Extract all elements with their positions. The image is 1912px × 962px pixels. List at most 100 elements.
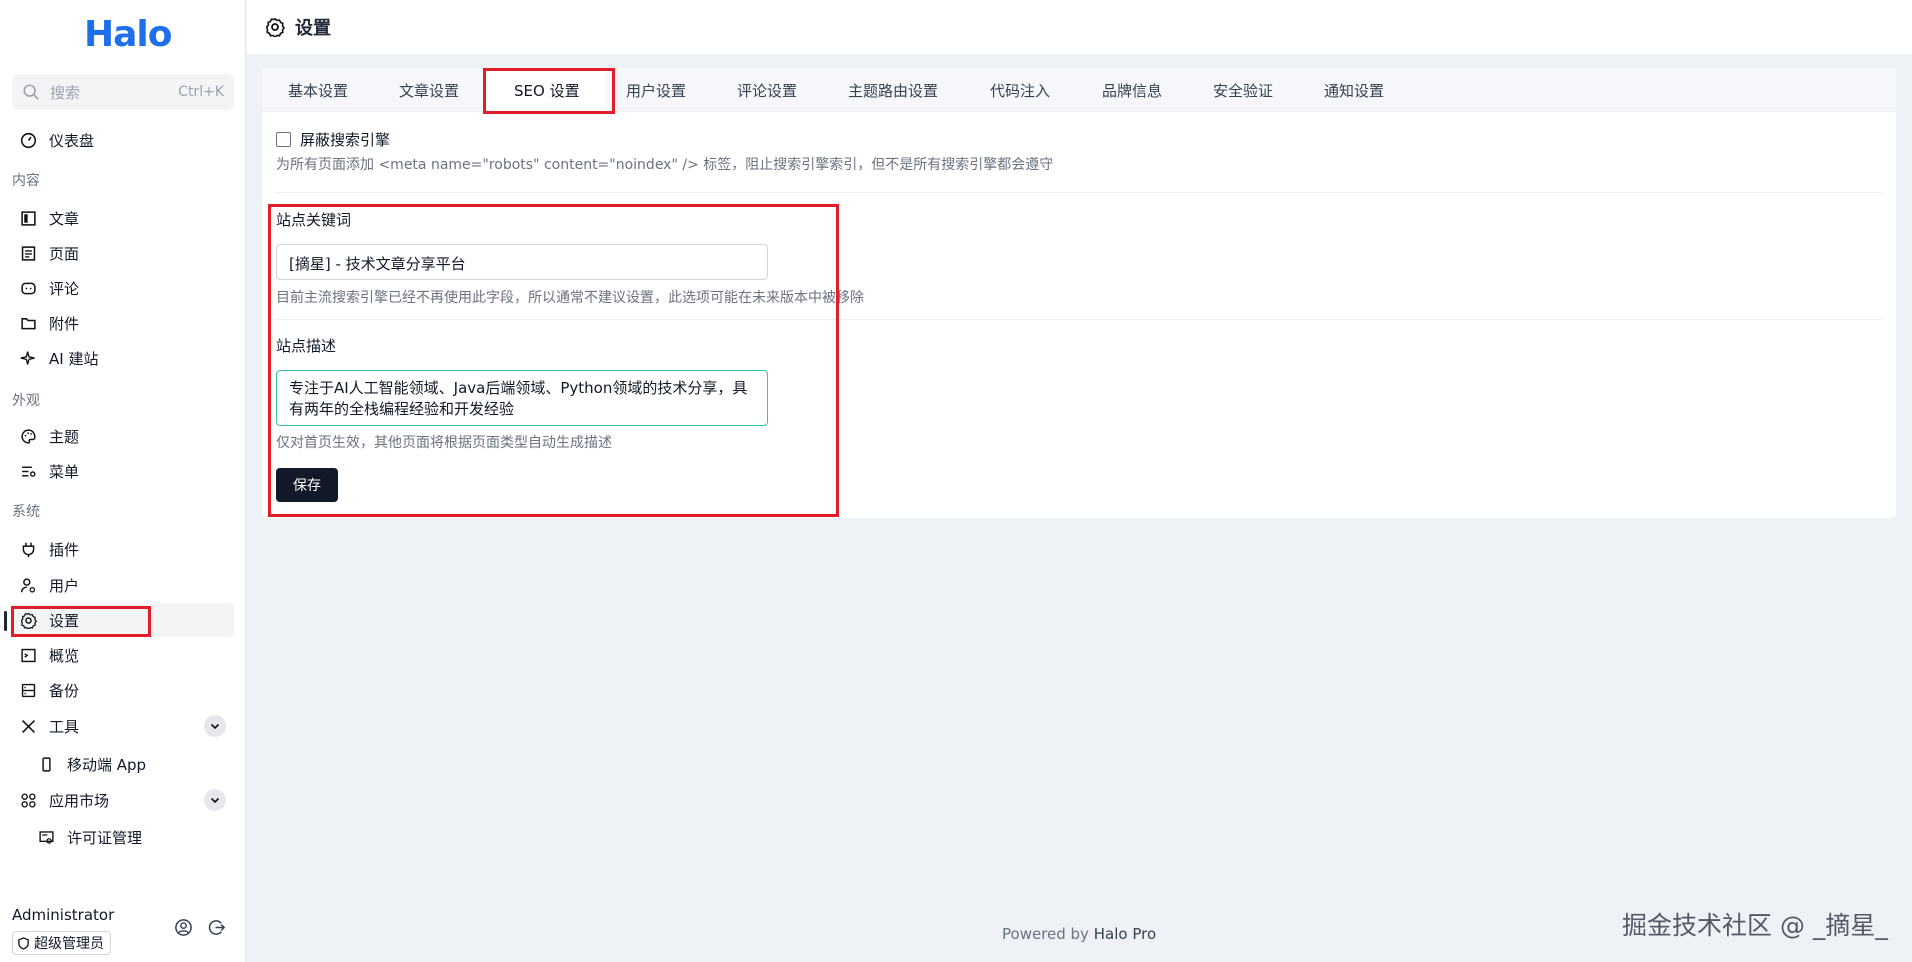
keywords-label: 站点关键词 (276, 211, 352, 229)
page-header: 设置 (247, 0, 1912, 54)
sidebar-item-label: AI 建站 (49, 349, 99, 368)
block-engines-label: 屏蔽搜索引擎 (300, 131, 391, 149)
gear-icon (20, 612, 37, 629)
sidebar-item-comments[interactable]: 评论 (10, 271, 234, 305)
page-title: 设置 (295, 18, 331, 39)
group-label-system: 系统 (12, 504, 40, 520)
sidebar-item-mobile-app[interactable]: 移动端 App (10, 747, 234, 781)
sidebar-item-label: 文章 (49, 209, 80, 228)
database-icon (21, 683, 36, 697)
sidebar-item-label: 评论 (49, 279, 80, 298)
description-textarea[interactable]: 专注于AI人工智能领域、Java后端领域、Python领域的技术分享，具有两年的… (276, 370, 768, 426)
tab-basic[interactable]: 基本设置 (288, 68, 348, 112)
shield-icon (18, 936, 29, 950)
sidebar-item-label: 页面 (49, 244, 80, 263)
sidebar-item-label: 插件 (49, 540, 80, 559)
sidebar-item-overview[interactable]: 概览 (10, 638, 234, 672)
sidebar-item-pages[interactable]: 页面 (10, 236, 234, 270)
sidebar-item-label: 许可证管理 (67, 828, 143, 847)
sidebar-item-label: 设置 (49, 611, 80, 630)
settings-tabs: 基本设置 文章设置 SEO 设置 用户设置 评论设置 主题路由设置 代码注入 品… (262, 68, 1896, 112)
palette-icon (21, 428, 36, 444)
block-engines-help: 为所有页面添加 <meta name="robots" content="noi… (276, 157, 1054, 173)
footer: Powered by Halo Pro (1002, 925, 1156, 943)
tab-users[interactable]: 用户设置 (626, 68, 686, 112)
tab-posts[interactable]: 文章设置 (399, 68, 459, 112)
search-shortcut: Ctrl+K (178, 84, 224, 100)
user-icon (20, 577, 36, 593)
halo-logo[interactable]: Halo (84, 14, 172, 55)
search-placeholder: 搜索 (50, 83, 81, 102)
profile-icon[interactable] (174, 918, 193, 937)
sidebar: Halo 搜索 Ctrl+K 仪表盘 内容 文章 页面 评论 附件 AI 建站 … (0, 0, 246, 962)
sidebar-item-ai-site[interactable]: AI 建站 (10, 341, 234, 375)
page-icon (21, 245, 36, 261)
block-engines-row[interactable]: 屏蔽搜索引擎 (276, 129, 390, 150)
tools-icon (22, 719, 35, 733)
sidebar-item-tools[interactable]: 工具 (10, 709, 234, 743)
sidebar-item-label: 仪表盘 (49, 131, 95, 150)
comment-icon (21, 282, 36, 294)
chevron-down-icon[interactable] (204, 715, 226, 737)
sidebar-item-dashboard[interactable]: 仪表盘 (10, 123, 234, 157)
keywords-input[interactable]: [摘星] - 技术文章分享平台 (276, 244, 768, 280)
sidebar-item-settings[interactable]: 设置 (10, 603, 234, 637)
sidebar-item-backup[interactable]: 备份 (10, 673, 234, 707)
user-name: Administrator (12, 906, 115, 924)
sidebar-item-posts[interactable]: 文章 (10, 201, 234, 235)
sidebar-item-label: 应用市场 (49, 791, 110, 810)
terminal-icon (21, 648, 36, 662)
search-input[interactable]: 搜索 Ctrl+K (12, 74, 234, 110)
footer-brand-link[interactable]: Halo Pro (1094, 925, 1156, 943)
description-label: 站点描述 (276, 337, 337, 355)
block-engines-checkbox[interactable] (276, 132, 291, 147)
tab-brand[interactable]: 品牌信息 (1102, 68, 1162, 112)
tab-seo[interactable]: SEO 设置 (486, 68, 606, 112)
chevron-down-icon[interactable] (204, 789, 226, 811)
logout-icon[interactable] (207, 918, 226, 937)
license-icon (39, 830, 54, 844)
sparkle-icon (20, 351, 35, 365)
sidebar-item-label: 用户 (49, 576, 80, 595)
gear-icon (265, 17, 285, 37)
sidebar-item-label: 工具 (49, 717, 80, 736)
sidebar-item-plugins[interactable]: 插件 (10, 532, 234, 566)
sidebar-item-users[interactable]: 用户 (10, 568, 234, 602)
book-icon (21, 210, 36, 226)
sidebar-item-label: 概览 (49, 646, 80, 665)
phone-icon (42, 756, 51, 772)
sidebar-item-label: 移动端 App (67, 755, 147, 774)
sidebar-item-license[interactable]: 许可证管理 (10, 820, 234, 854)
sidebar-item-label: 主题 (49, 427, 80, 446)
keywords-help: 目前主流搜索引擎已经不再使用此字段，所以通常不建议设置，此选项可能在未来版本中被… (276, 290, 864, 306)
sidebar-item-themes[interactable]: 主题 (10, 419, 234, 453)
role-label: 超级管理员 (34, 936, 104, 952)
sidebar-item-label: 附件 (49, 314, 80, 333)
menu-settings-icon (22, 466, 36, 477)
plug-icon (22, 542, 35, 557)
group-label-content: 内容 (12, 173, 40, 189)
save-button[interactable]: 保存 (276, 468, 338, 502)
tab-code-injection[interactable]: 代码注入 (990, 68, 1050, 112)
sidebar-item-menus[interactable]: 菜单 (10, 454, 234, 488)
sidebar-item-attachments[interactable]: 附件 (10, 306, 234, 340)
gauge-icon (20, 132, 37, 148)
divider (276, 192, 1882, 193)
sidebar-item-app-market[interactable]: 应用市场 (10, 783, 234, 817)
user-actions (174, 918, 226, 937)
description-help: 仅对首页生效，其他页面将根据页面类型自动生成描述 (276, 435, 612, 451)
settings-card: 基本设置 文章设置 SEO 设置 用户设置 评论设置 主题路由设置 代码注入 品… (262, 68, 1896, 518)
role-badge: 超级管理员 (12, 931, 111, 955)
search-icon (23, 84, 39, 100)
group-label-appearance: 外观 (12, 393, 40, 409)
active-indicator (4, 611, 7, 631)
apps-grid-icon (21, 792, 36, 808)
tab-theme-routes[interactable]: 主题路由设置 (848, 68, 938, 112)
watermark: 掘金技术社区 @ _摘星_ (1622, 911, 1888, 940)
tab-security[interactable]: 安全验证 (1213, 68, 1273, 112)
sidebar-item-label: 菜单 (49, 462, 80, 481)
tab-comments[interactable]: 评论设置 (737, 68, 797, 112)
sidebar-item-label: 备份 (49, 681, 80, 700)
footer-prefix: Powered by (1002, 925, 1089, 943)
tab-notifications[interactable]: 通知设置 (1324, 68, 1384, 112)
